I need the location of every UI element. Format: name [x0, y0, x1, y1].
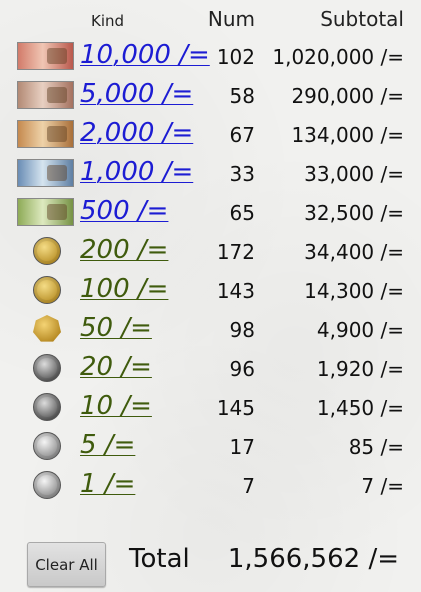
- banknote-2000-icon: [17, 120, 74, 148]
- kind-link-5[interactable]: 5 /=: [80, 428, 135, 462]
- denomination-row-200: 200 /= 172 34,400 /=: [0, 233, 421, 272]
- header-subtotal: Subtotal: [320, 7, 404, 31]
- count-5000[interactable]: 58: [230, 84, 255, 108]
- banknote-500-icon: [17, 198, 74, 226]
- subtotal-100: 14,300 /=: [304, 279, 404, 303]
- kind-link-10[interactable]: 10 /=: [80, 389, 152, 423]
- count-10000[interactable]: 102: [217, 45, 255, 69]
- subtotal-1: 7 /=: [361, 474, 404, 498]
- subtotal-20: 1,920 /=: [316, 357, 404, 381]
- kind-link-2000[interactable]: 2,000 /=: [80, 116, 193, 150]
- banknote-1000-icon: [17, 159, 74, 187]
- count-1000[interactable]: 33: [230, 162, 255, 186]
- kind-link-1[interactable]: 1 /=: [80, 467, 135, 501]
- header-num: Num: [207, 7, 255, 31]
- subtotal-500: 32,500 /=: [304, 201, 404, 225]
- coin-1-icon: [33, 471, 61, 499]
- kind-link-100[interactable]: 100 /=: [80, 272, 168, 306]
- count-50[interactable]: 98: [230, 318, 255, 342]
- count-20[interactable]: 96: [230, 357, 255, 381]
- denomination-row-1: 1 /= 7 7 /=: [0, 467, 421, 506]
- count-500[interactable]: 65: [230, 201, 255, 225]
- kind-link-1000[interactable]: 1,000 /=: [80, 155, 193, 189]
- coin-10-icon: [33, 393, 61, 421]
- count-5[interactable]: 17: [230, 435, 255, 459]
- denomination-row-5: 5 /= 17 85 /=: [0, 428, 421, 467]
- denomination-row-500: 500 /= 65 32,500 /=: [0, 194, 421, 233]
- header-kind: Kind: [91, 12, 125, 30]
- count-100[interactable]: 143: [217, 279, 255, 303]
- subtotal-5: 85 /=: [348, 435, 404, 459]
- subtotal-5000: 290,000 /=: [291, 84, 404, 108]
- denomination-row-5000: 5,000 /= 58 290,000 /=: [0, 77, 421, 116]
- count-200[interactable]: 172: [217, 240, 255, 264]
- count-10[interactable]: 145: [217, 396, 255, 420]
- coin-5-icon: [33, 432, 61, 460]
- total-value: 1,566,562 /=: [227, 544, 399, 574]
- subtotal-200: 34,400 /=: [304, 240, 404, 264]
- kind-link-200[interactable]: 200 /=: [80, 233, 168, 267]
- subtotal-50: 4,900 /=: [316, 318, 404, 342]
- coin-20-icon: [33, 354, 61, 382]
- denomination-row-50: 50 /= 98 4,900 /=: [0, 311, 421, 350]
- subtotal-10: 1,450 /=: [316, 396, 404, 420]
- count-2000[interactable]: 67: [230, 123, 255, 147]
- kind-link-500[interactable]: 500 /=: [80, 194, 168, 228]
- coin-100-icon: [33, 276, 61, 304]
- subtotal-2000: 134,000 /=: [291, 123, 404, 147]
- coin-200-icon: [33, 237, 61, 265]
- denomination-row-2000: 2,000 /= 67 134,000 /=: [0, 116, 421, 155]
- kind-link-50[interactable]: 50 /=: [80, 311, 152, 345]
- denomination-row-1000: 1,000 /= 33 33,000 /=: [0, 155, 421, 194]
- clear-all-button[interactable]: Clear All: [27, 542, 106, 587]
- subtotal-10000: 1,020,000 /=: [272, 45, 404, 69]
- count-1[interactable]: 7: [242, 474, 255, 498]
- kind-link-10000[interactable]: 10,000 /=: [80, 38, 210, 72]
- total-label: Total: [129, 544, 190, 574]
- kind-link-20[interactable]: 20 /=: [80, 350, 152, 384]
- banknote-5000-icon: [17, 81, 74, 109]
- denomination-row-10: 10 /= 145 1,450 /=: [0, 389, 421, 428]
- coin-50-icon: [33, 315, 61, 342]
- banknote-10000-icon: [17, 42, 74, 70]
- kind-link-5000[interactable]: 5,000 /=: [80, 77, 193, 111]
- subtotal-1000: 33,000 /=: [304, 162, 404, 186]
- denomination-row-100: 100 /= 143 14,300 /=: [0, 272, 421, 311]
- denomination-row-20: 20 /= 96 1,920 /=: [0, 350, 421, 389]
- denomination-row-10000: 10,000 /= 102 1,020,000 /=: [0, 38, 421, 77]
